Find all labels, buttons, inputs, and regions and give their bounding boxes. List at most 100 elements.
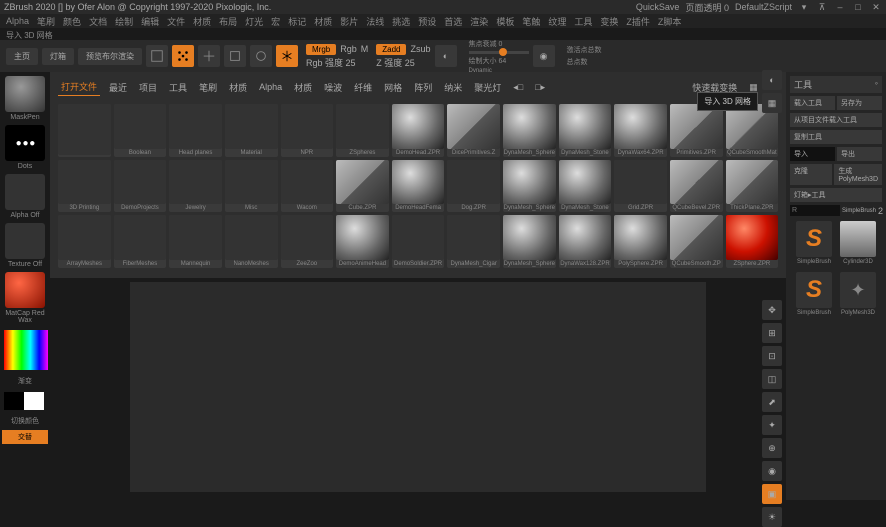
minimize-icon[interactable]: ‒ xyxy=(834,2,846,12)
tool-simplebrush-2[interactable]: S SimpleBrush xyxy=(794,272,834,316)
shelf-icon[interactable]: ◉ xyxy=(762,461,782,481)
lightbox-tools-button[interactable]: 灯箱▸工具 xyxy=(790,188,882,202)
tab-brush[interactable]: 笔刷 xyxy=(196,79,220,96)
move-icon[interactable] xyxy=(198,45,220,67)
menu-item[interactable]: 首选 xyxy=(444,15,462,28)
nav-back-icon[interactable]: ◂□ xyxy=(510,80,526,95)
draw-icon[interactable] xyxy=(172,45,194,67)
thumbnail-item[interactable]: DynaMesh_Stone xyxy=(559,160,612,213)
thumbnail-item[interactable]: FiberMeshes xyxy=(114,215,167,268)
copy-tool-button[interactable]: 复制工具 xyxy=(790,130,882,144)
thumbnail-item[interactable]: DynaMesh_Sphere xyxy=(503,160,556,213)
tab-tool[interactable]: 工具 xyxy=(166,79,190,96)
draw-size-label[interactable]: 绘制大小 64 xyxy=(469,56,529,66)
rgb-button[interactable]: Rgb xyxy=(340,44,357,54)
thumbnail-item[interactable]: ArrayMeshes xyxy=(58,215,111,268)
menu-icon[interactable]: ▾ xyxy=(798,2,810,13)
menu-item[interactable]: 影片 xyxy=(340,15,358,28)
menu-item[interactable]: Alpha xyxy=(6,16,29,26)
thumbnail-item[interactable]: DynaMesh_Sphere xyxy=(503,104,556,157)
menu-item[interactable]: 纹理 xyxy=(548,15,566,28)
thumbnail-item[interactable]: DynaMesh_Stone xyxy=(559,104,612,157)
gradient-label[interactable]: 渐变 xyxy=(2,376,48,386)
menu-item[interactable]: 布局 xyxy=(219,15,237,28)
menu-item[interactable]: 笔刷 xyxy=(37,15,55,28)
thumbnail-item[interactable]: Dog.ZPR xyxy=(447,160,500,213)
thumbnail-item[interactable]: ZSpheres xyxy=(336,104,389,157)
menu-item[interactable]: 材质 xyxy=(193,15,211,28)
tab-noise[interactable]: 噪波 xyxy=(321,79,345,96)
clone-button[interactable]: 克隆 xyxy=(790,164,832,185)
home-button[interactable]: 主页 xyxy=(6,48,38,65)
m-button[interactable]: M xyxy=(361,44,369,54)
tab-fiber[interactable]: 纤维 xyxy=(351,79,375,96)
stroke-selector[interactable] xyxy=(5,125,45,161)
thumbnail-item[interactable]: 3D Printing xyxy=(58,160,111,213)
thumbnail-item[interactable]: ZSphere.ZPR xyxy=(726,215,779,268)
tab-material2[interactable]: 材质 xyxy=(291,79,315,96)
close-icon[interactable]: ✕ xyxy=(870,2,882,13)
white-swatch[interactable] xyxy=(24,392,44,410)
menu-item[interactable]: 变换 xyxy=(600,15,618,28)
thumbnail-item[interactable]: DynaMesh_Sphere xyxy=(503,215,556,268)
thumbnail-item[interactable]: Jewelry xyxy=(169,160,222,213)
shelf-icon[interactable]: ☀ xyxy=(762,507,782,527)
menu-item[interactable]: 笔触 xyxy=(522,15,540,28)
bpr-button[interactable]: 预览布尔渲染 xyxy=(78,48,142,65)
tool-cylinder[interactable]: Cylinder3D xyxy=(838,221,878,265)
menu-item[interactable]: 文件 xyxy=(167,15,185,28)
menu-item[interactable]: 灯光 xyxy=(245,15,263,28)
tool-polymesh[interactable]: ✦ PolyMesh3D xyxy=(838,272,878,316)
shelf-icon[interactable]: ✦ xyxy=(762,415,782,435)
thumbnail-item[interactable]: Primitives.ZPR xyxy=(670,104,723,157)
thumbnail-item[interactable]: ZeeZoo xyxy=(281,215,334,268)
tab-nano[interactable]: 纳米 xyxy=(441,79,465,96)
shelf-icon[interactable]: ◐ xyxy=(762,70,782,90)
focal-slider[interactable] xyxy=(469,51,529,54)
tab-material[interactable]: 材质 xyxy=(226,79,250,96)
tab-recent[interactable]: 最近 xyxy=(106,79,130,96)
search-input[interactable] xyxy=(790,205,840,216)
menu-item[interactable]: 渲染 xyxy=(470,15,488,28)
tab-mesh[interactable]: 网格 xyxy=(381,79,405,96)
shelf-icon[interactable]: ⬈ xyxy=(762,392,782,412)
thumbnail-item[interactable]: Grid.ZPR xyxy=(614,160,667,213)
menu-item[interactable]: Z脚本 xyxy=(658,15,682,28)
rgb-intensity-slider[interactable]: Rgb 强度 25 xyxy=(306,56,356,69)
brush-selector[interactable] xyxy=(5,76,45,112)
menu-item[interactable]: 宏 xyxy=(271,15,280,28)
zsub-button[interactable]: Zsub xyxy=(410,44,430,54)
tab-alpha[interactable]: Alpha xyxy=(256,80,285,94)
shelf-icon[interactable]: ⊡ xyxy=(762,346,782,366)
alpha-selector[interactable] xyxy=(5,174,45,210)
thumbnail-item[interactable]: Boolean xyxy=(114,104,167,157)
tab-project[interactable]: 项目 xyxy=(136,79,160,96)
thumbnail-item[interactable]: ThickPlane.ZPR xyxy=(726,160,779,213)
black-swatch[interactable] xyxy=(4,392,24,410)
texture-selector[interactable] xyxy=(5,223,45,259)
pin-icon[interactable]: ⊼ xyxy=(816,2,828,13)
menu-item[interactable]: 编辑 xyxy=(141,15,159,28)
thumbnail-item[interactable]: NanoMeshes xyxy=(225,215,278,268)
color-swatches[interactable] xyxy=(4,392,46,410)
focal-shift-label[interactable]: 焦点衰减 0 xyxy=(469,39,529,49)
material-selector[interactable] xyxy=(5,272,45,308)
thumbnail-item[interactable]: Misc xyxy=(225,160,278,213)
color-picker[interactable] xyxy=(4,330,48,370)
menu-item[interactable]: 文档 xyxy=(89,15,107,28)
tab-open-file[interactable]: 打开文件 xyxy=(58,78,100,96)
shelf-icon-active[interactable]: ▣ xyxy=(762,484,782,504)
thumbnail-item[interactable]: DynaWax128.ZPR xyxy=(559,215,612,268)
menu-item[interactable]: 模板 xyxy=(496,15,514,28)
thumbnail-item[interactable]: DemoProjects xyxy=(114,160,167,213)
shelf-icon[interactable]: ▦ xyxy=(762,93,782,113)
export-button[interactable]: 导出 xyxy=(837,147,882,161)
edit-icon[interactable] xyxy=(146,45,168,67)
menu-item[interactable]: 挑选 xyxy=(392,15,410,28)
menu-item[interactable]: 绘制 xyxy=(115,15,133,28)
menu-item[interactable]: Z插件 xyxy=(626,15,650,28)
thumbnail-item[interactable] xyxy=(58,104,111,157)
thumbnail-item[interactable]: Material xyxy=(225,104,278,157)
lightbox-button[interactable]: 灯箱 xyxy=(42,48,74,65)
menu-item[interactable]: 材质 xyxy=(314,15,332,28)
